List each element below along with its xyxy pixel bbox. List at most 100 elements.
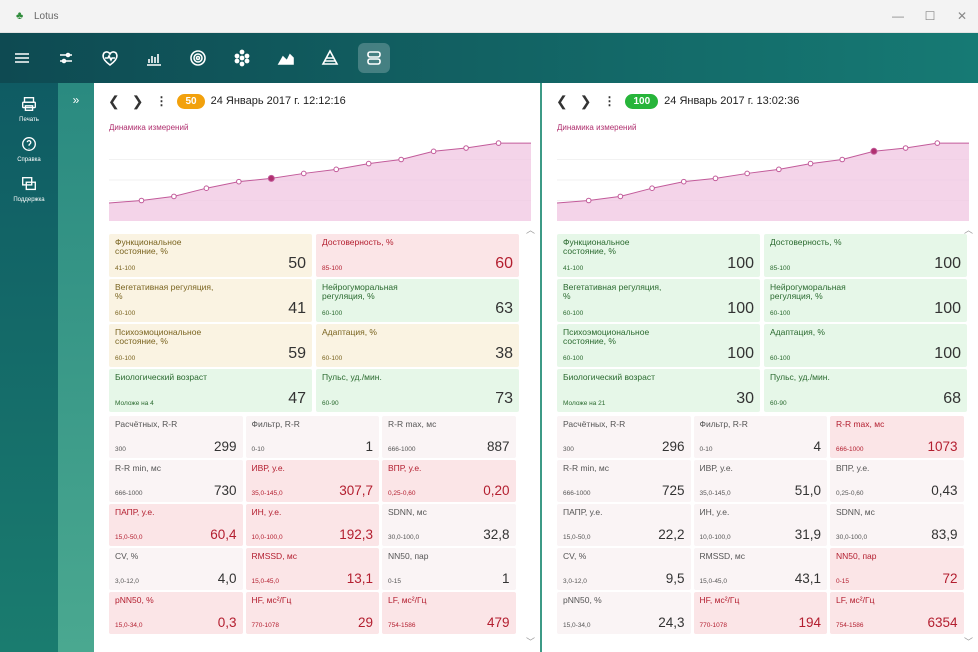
chart-point[interactable] bbox=[365, 160, 372, 167]
area-chart-button[interactable] bbox=[264, 33, 308, 83]
scroll-down-caret-icon[interactable]: ﹀ bbox=[526, 635, 535, 648]
indicator-tile[interactable]: Психоэмоциональное состояние, % 60-100 100 bbox=[557, 324, 760, 367]
metric-tile[interactable]: RMSSD, мс 15,0-45,0 13,1 bbox=[245, 548, 379, 590]
heart-rhythm-button[interactable] bbox=[88, 33, 132, 83]
indicator-tile[interactable]: Биологический возраст Моложе на 21 30 bbox=[557, 369, 760, 412]
metric-range: 10,0-100,0 bbox=[699, 534, 731, 541]
more-options-icon[interactable]: ⋮ bbox=[155, 94, 167, 108]
chart-point[interactable] bbox=[236, 178, 242, 185]
metric-tile[interactable]: SDNN, мс 30,0-100,0 83,9 bbox=[830, 504, 964, 546]
chart-point[interactable] bbox=[617, 193, 624, 200]
metric-tile[interactable]: CV, % 3,0-12,0 9,5 bbox=[557, 548, 691, 590]
prev-arrow-icon[interactable]: ❮ bbox=[108, 93, 120, 110]
metric-tile[interactable]: pNN50, % 15,0-34,0 24,3 bbox=[557, 592, 691, 634]
indicator-tile[interactable]: Адаптация, % 60-100 100 bbox=[764, 324, 967, 367]
more-options-icon[interactable]: ⋮ bbox=[603, 94, 615, 108]
chart-point[interactable] bbox=[902, 145, 909, 151]
chart-point[interactable] bbox=[649, 185, 655, 192]
tile-range: 85-100 bbox=[322, 265, 343, 272]
chart-point[interactable] bbox=[203, 185, 210, 192]
heart-pulse-icon bbox=[102, 51, 118, 66]
metric-tile[interactable]: LF, мс²/Гц 754-1586 6354 bbox=[830, 592, 964, 634]
metric-tile[interactable]: ИВР, у.е. 35,0-145,0 51,0 bbox=[693, 460, 827, 502]
metric-tile[interactable]: NN50, пар 0-15 72 bbox=[830, 548, 964, 590]
spectrum-button[interactable] bbox=[176, 33, 220, 83]
indicator-tile[interactable]: Адаптация, % 60-100 38 bbox=[316, 324, 519, 367]
sidebar-item-print[interactable]: Печать bbox=[0, 95, 58, 123]
metric-tile[interactable]: Фильтр, R-R 0-10 4 bbox=[693, 416, 827, 458]
metric-tile[interactable]: SDNN, мс 30,0-100,0 32,8 bbox=[382, 504, 516, 546]
metric-tile[interactable]: Расчётных, R-R 300 299 bbox=[109, 416, 243, 458]
chart-point[interactable] bbox=[934, 140, 941, 146]
chart-point[interactable] bbox=[300, 170, 307, 177]
metric-tile[interactable]: ВПР, у.е. 0,25-0,60 0,20 bbox=[382, 460, 516, 502]
metric-tile[interactable]: RMSSD, мс 15,0-45,0 43,1 bbox=[693, 548, 827, 590]
indicator-tile[interactable]: Биологический возраст Моложе на 4 47 bbox=[109, 369, 312, 412]
chart-point[interactable] bbox=[333, 166, 340, 173]
chart-point[interactable] bbox=[398, 156, 404, 163]
chart-point[interactable] bbox=[776, 166, 782, 173]
expand-chevron-icon[interactable]: » bbox=[58, 93, 94, 107]
collapse-caret-icon[interactable]: ︿ bbox=[526, 223, 535, 236]
chart-point[interactable] bbox=[680, 178, 687, 185]
chart-point[interactable] bbox=[839, 156, 846, 163]
metric-tile[interactable]: Фильтр, R-R 0-10 1 bbox=[245, 416, 379, 458]
next-arrow-icon[interactable]: ❯ bbox=[580, 93, 592, 110]
metric-tile[interactable]: pNN50, % 15,0-34,0 0,3 bbox=[109, 592, 243, 634]
indicator-tile[interactable]: Вегетативная регуляция, % 60-100 41 bbox=[109, 279, 312, 322]
metric-tile[interactable]: ИВР, у.е. 35,0-145,0 307,7 bbox=[245, 460, 379, 502]
indicator-tile[interactable]: Достоверность, % 85-100 60 bbox=[316, 234, 519, 277]
metric-tile[interactable]: NN50, пар 0-15 1 bbox=[382, 548, 516, 590]
chart-point[interactable] bbox=[495, 140, 502, 146]
indicator-tile[interactable]: Вегетативная регуляция, % 60-100 100 bbox=[557, 279, 760, 322]
next-arrow-icon[interactable]: ❯ bbox=[132, 93, 144, 110]
chart-point[interactable] bbox=[744, 170, 750, 177]
indicator-tile[interactable]: Пульс, уд./мин. 60-90 73 bbox=[316, 369, 519, 412]
chart-point[interactable] bbox=[430, 148, 437, 155]
pyramid-button[interactable] bbox=[308, 33, 352, 83]
metric-tile[interactable]: R-R min, мс 666-1000 725 bbox=[557, 460, 691, 502]
chart-point[interactable] bbox=[807, 160, 814, 167]
scroll-down-caret-icon[interactable]: ﹀ bbox=[964, 635, 973, 648]
metric-range: 754-1586 bbox=[388, 622, 416, 629]
chart-point-current[interactable] bbox=[267, 174, 275, 182]
metric-tile[interactable]: R-R min, мс 666-1000 730 bbox=[109, 460, 243, 502]
scatter-button[interactable] bbox=[220, 33, 264, 83]
prev-arrow-icon[interactable]: ❮ bbox=[556, 93, 568, 110]
dashboard-button[interactable] bbox=[352, 33, 396, 83]
metric-tile[interactable]: Расчётных, R-R 300 296 bbox=[557, 416, 691, 458]
indicator-tile[interactable]: Пульс, уд./мин. 60-90 68 bbox=[764, 369, 967, 412]
chart-point[interactable] bbox=[585, 197, 592, 204]
chart-point-current[interactable] bbox=[870, 147, 878, 155]
indicator-tile[interactable]: Нейрогуморальная регуляция, % 60-100 100 bbox=[764, 279, 967, 322]
metric-tile[interactable]: HF, мс²/Гц 770-1078 29 bbox=[245, 592, 379, 634]
metric-tile[interactable]: R-R max, мс 666-1000 1073 bbox=[830, 416, 964, 458]
indicator-tile[interactable]: Нейрогуморальная регуляция, % 60-100 63 bbox=[316, 279, 519, 322]
metric-tile[interactable]: ИН, у.е. 10,0-100,0 31,9 bbox=[693, 504, 827, 546]
chart-point[interactable] bbox=[171, 193, 177, 200]
metric-tile[interactable]: ВПР, у.е. 0,25-0,60 0,43 bbox=[830, 460, 964, 502]
chart-point[interactable] bbox=[463, 145, 469, 151]
metric-tile[interactable]: HF, мс²/Гц 770-1078 194 bbox=[693, 592, 827, 634]
metric-tile[interactable]: R-R max, мс 666-1000 887 bbox=[382, 416, 516, 458]
minimize-icon[interactable]: — bbox=[882, 0, 914, 33]
indicator-tile[interactable]: Функциональное состояние, % 41-100 100 bbox=[557, 234, 760, 277]
sidebar-item-help[interactable]: Справка bbox=[0, 135, 58, 163]
sidebar-item-support[interactable]: Поддержка bbox=[0, 175, 58, 203]
metric-tile[interactable]: ПАПР, у.е. 15,0-50,0 60,4 bbox=[109, 504, 243, 546]
metric-tile[interactable]: ПАПР, у.е. 15,0-50,0 22,2 bbox=[557, 504, 691, 546]
chart-point[interactable] bbox=[712, 175, 719, 182]
metric-value: 83,9 bbox=[931, 527, 958, 542]
settings-button[interactable] bbox=[44, 33, 88, 83]
maximize-icon[interactable]: ☐ bbox=[914, 0, 946, 33]
indicator-tile[interactable]: Функциональное состояние, % 41-100 50 bbox=[109, 234, 312, 277]
metric-tile[interactable]: CV, % 3,0-12,0 4,0 bbox=[109, 548, 243, 590]
metric-tile[interactable]: LF, мс²/Гц 754-1586 479 bbox=[382, 592, 516, 634]
indicator-tile[interactable]: Достоверность, % 85-100 100 bbox=[764, 234, 967, 277]
metric-tile[interactable]: ИН, у.е. 10,0-100,0 192,3 bbox=[245, 504, 379, 546]
histogram-button[interactable] bbox=[132, 33, 176, 83]
indicator-tile[interactable]: Психоэмоциональное состояние, % 60-100 59 bbox=[109, 324, 312, 367]
chart-point[interactable] bbox=[138, 197, 145, 204]
menu-button[interactable] bbox=[0, 33, 44, 83]
close-icon[interactable]: ✕ bbox=[946, 0, 978, 33]
